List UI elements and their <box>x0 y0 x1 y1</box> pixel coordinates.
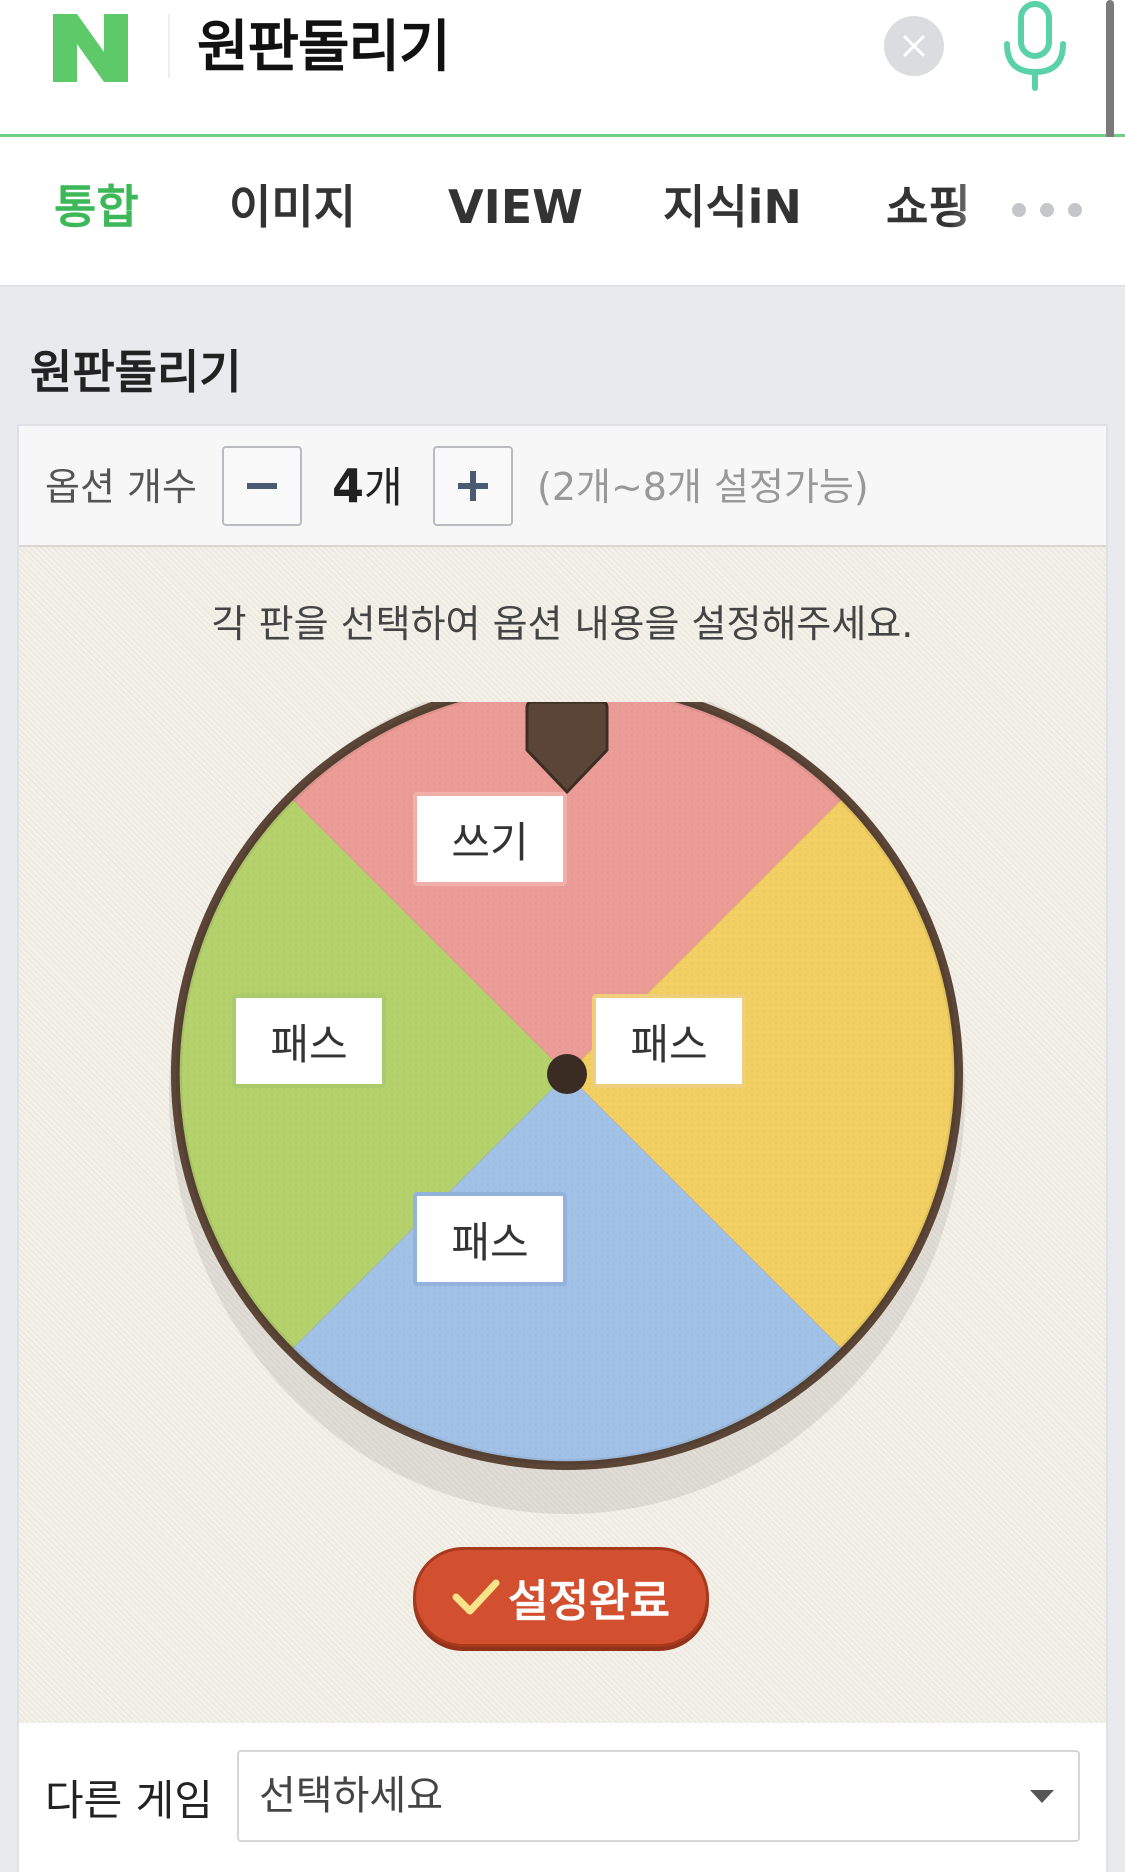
other-game-bar: 다른 게임 선택하세요 <box>19 1723 1106 1872</box>
caret-down-icon <box>1028 1786 1056 1806</box>
tabs-fade <box>950 157 1010 257</box>
increase-button[interactable] <box>433 446 513 526</box>
tab-images[interactable]: 이미지 <box>229 175 356 239</box>
close-icon <box>903 35 925 57</box>
more-dots-icon[interactable] <box>1012 203 1082 217</box>
header-divider <box>168 14 170 78</box>
voice-search-button[interactable] <box>995 0 1075 95</box>
decrease-button[interactable] <box>222 446 302 526</box>
slice-label-top[interactable]: 쓰기 <box>413 792 567 886</box>
wheel-center-pin <box>547 1054 587 1094</box>
search-header: 원판돌리기 <box>0 0 1125 232</box>
search-tabs: 통합 이미지 VIEW 지식iN 쇼핑 <box>0 137 1125 287</box>
page: 원판돌리기 통합 이미지 VIEW 지식iN 쇼핑 원판돌리기 옵션 개수 4개… <box>0 0 1125 1872</box>
option-count-value: 4개 <box>332 458 403 516</box>
option-count-number: 4 <box>332 459 365 513</box>
select-value: 선택하세요 <box>259 1773 443 1819</box>
slice-label-left[interactable]: 패스 <box>232 994 386 1088</box>
tab-integrated[interactable]: 통합 <box>54 175 139 239</box>
roulette-board: 각 판을 선택하여 옵션 내용을 설정해주세요. 쓰기 패스 패스 패스 설정완… <box>19 547 1106 1723</box>
plus-icon <box>458 471 488 501</box>
section-title: 원판돌리기 <box>30 345 242 399</box>
check-icon <box>452 1579 500 1615</box>
other-game-select[interactable]: 선택하세요 <box>237 1750 1080 1842</box>
naver-logo[interactable] <box>53 14 128 82</box>
option-range-hint: (2개~8개 설정가능) <box>537 465 869 509</box>
instruction-text: 각 판을 선택하여 옵션 내용을 설정해주세요. <box>211 602 914 646</box>
roulette-card: 옵션 개수 4개 (2개~8개 설정가능) 각 판을 선택하여 옵션 내용을 설… <box>17 424 1108 1872</box>
other-game-label: 다른 게임 <box>45 1776 213 1825</box>
tab-view[interactable]: VIEW <box>448 175 583 239</box>
microphone-icon <box>1004 1 1066 91</box>
roulette-wheel[interactable] <box>167 702 967 1522</box>
minus-icon <box>247 483 277 489</box>
confirm-settings-button[interactable]: 설정완료 <box>413 1547 709 1647</box>
clear-search-button[interactable] <box>884 16 944 76</box>
slice-label-right[interactable]: 패스 <box>592 994 746 1088</box>
slice-label-bottom[interactable]: 패스 <box>413 1192 567 1286</box>
option-count-bar: 옵션 개수 4개 (2개~8개 설정가능) <box>19 426 1106 547</box>
option-count-label: 옵션 개수 <box>45 465 197 509</box>
search-query[interactable]: 원판돌리기 <box>197 8 451 88</box>
option-count-unit: 개 <box>364 463 403 512</box>
tab-knowledge-in[interactable]: 지식iN <box>663 175 802 239</box>
confirm-label: 설정완료 <box>508 1576 670 1627</box>
